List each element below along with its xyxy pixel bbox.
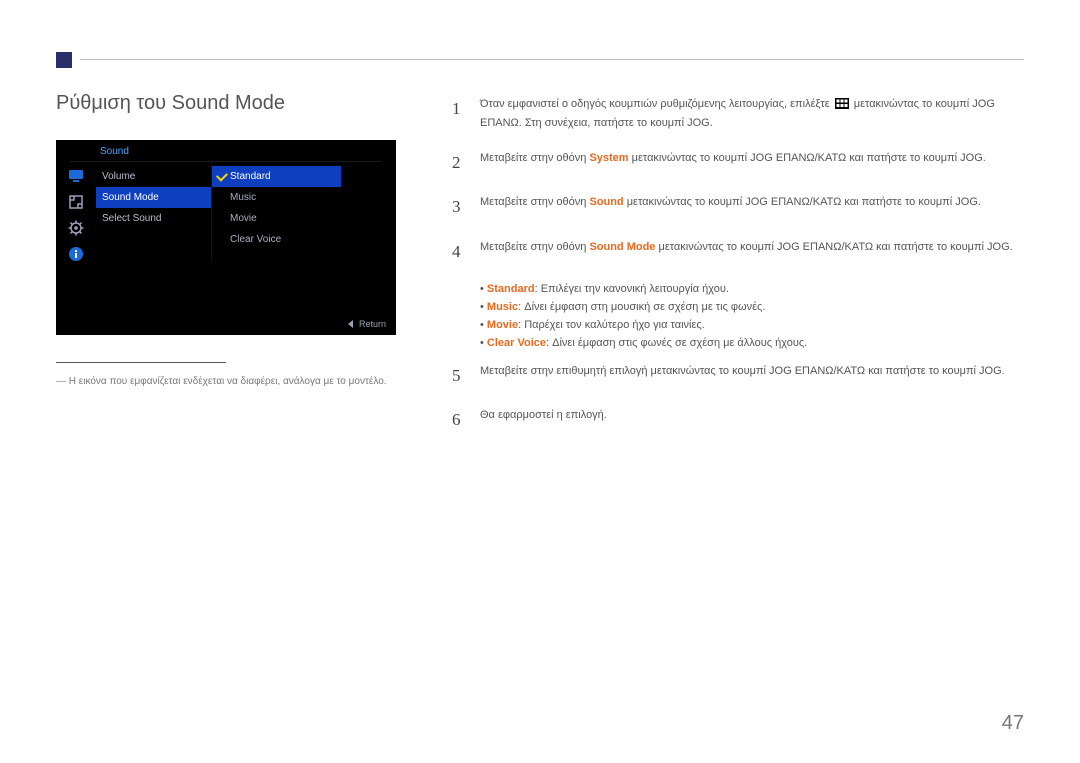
note-separator: [56, 362, 226, 363]
option-music: Music: Δίνει έμφαση στη μουσική σε σχέση…: [480, 301, 1024, 313]
option-desc: : Δίνει έμφαση στη μουσική σε σχέση με τ…: [518, 301, 765, 313]
option-label: Clear Voice: [487, 337, 546, 349]
step-3-text-a: Μεταβείτε στην οθόνη: [480, 196, 589, 208]
option-clear-voice: Clear Voice: Δίνει έμφαση στις φωνές σε …: [480, 337, 1024, 349]
osd-left-item: Volume: [96, 166, 211, 187]
step-3-sound: Sound: [589, 196, 623, 208]
option-desc: : Δίνει έμφαση στις φωνές σε σχέση με άλ…: [546, 337, 807, 349]
header-rule: [80, 59, 1024, 60]
page-number: 47: [1002, 712, 1024, 735]
step-5: 5 Μεταβείτε στην επιθυμητή επιλογή μετακ…: [452, 363, 1024, 389]
step-1: 1 Όταν εμφανιστεί ο οδηγός κουμπιών ρυθμ…: [452, 96, 1024, 132]
section-title: Ρύθμιση του Sound Mode: [56, 92, 285, 115]
osd-left-menu: Volume Sound Mode Select Sound: [96, 162, 211, 262]
osd-title: Sound: [56, 140, 396, 161]
step-number: 4: [452, 239, 464, 265]
image-disclaimer-note: Η εικόνα που εμφανίζεται ενδέχεται να δι…: [56, 376, 387, 387]
osd-icons-column: [56, 162, 96, 262]
osd-return-label: Return: [359, 319, 386, 329]
step-text: Μεταβείτε στην οθόνη Sound μετακινώντας …: [480, 194, 1024, 220]
step-3: 3 Μεταβείτε στην οθόνη Sound μετακινώντα…: [452, 194, 1024, 220]
step-number: 6: [452, 407, 464, 433]
step-number: 1: [452, 96, 464, 132]
option-label: Music: [487, 301, 518, 313]
step-3-text-b: μετακινώντας το κουμπί JOG ΕΠΑΝΩ/ΚΑΤΩ κα…: [624, 196, 981, 208]
step-4-soundmode: Sound Mode: [589, 241, 655, 253]
step-text: Μεταβείτε στην οθόνη Sound Mode μετακινώ…: [480, 239, 1024, 265]
step-4: 4 Μεταβείτε στην οθόνη Sound Mode μετακι…: [452, 239, 1024, 265]
osd-left-item: Select Sound: [96, 208, 211, 229]
step-text: Όταν εμφανιστεί ο οδηγός κουμπιών ρυθμιζ…: [480, 96, 1024, 132]
osd-right-item: Movie: [212, 208, 341, 229]
monitor-icon: [68, 168, 84, 184]
option-movie: Movie: Παρέχει τον καλύτερο ήχο για ταιν…: [480, 319, 1024, 331]
option-desc: : Παρέχει τον καλύτερο ήχο για ταινίες.: [518, 319, 705, 331]
info-icon: [68, 246, 84, 262]
step-number: 5: [452, 363, 464, 389]
screen-size-icon: [68, 194, 84, 210]
step-4-text-a: Μεταβείτε στην οθόνη: [480, 241, 589, 253]
step-2-text-a: Μεταβείτε στην οθόνη: [480, 152, 589, 164]
option-label: Standard: [487, 283, 535, 295]
step-2-text-b: μετακινώντας το κουμπί JOG ΕΠΑΝΩ/ΚΑΤΩ κα…: [629, 152, 986, 164]
osd-right-item: Clear Voice: [212, 229, 341, 250]
step-1-text-a: Όταν εμφανιστεί ο οδηγός κουμπιών ρυθμιζ…: [480, 98, 833, 110]
option-desc: : Επιλέγει την κανονική λειτουργία ήχου.: [535, 283, 729, 295]
step-text: Θα εφαρμοστεί η επιλογή.: [480, 407, 1024, 433]
left-arrow-icon: [348, 320, 353, 328]
osd-left-item-selected: Sound Mode: [96, 187, 211, 208]
osd-footer: Return: [348, 319, 386, 329]
osd-right-item: Music: [212, 187, 341, 208]
steps-list: 1 Όταν εμφανιστεί ο οδηγός κουμπιών ρυθμ…: [452, 96, 1024, 452]
step-number: 2: [452, 150, 464, 176]
step-text: Μεταβείτε στην επιθυμητή επιλογή μετακιν…: [480, 363, 1024, 389]
gear-icon: [68, 220, 84, 236]
osd-screenshot: Sound Volume Sound Mode Select Sound Sta…: [56, 140, 396, 335]
step-4-text-b: μετακινώντας το κουμπί JOG ΕΠΑΝΩ/ΚΑΤΩ κα…: [655, 241, 1012, 253]
osd-right-item-selected: Standard: [212, 166, 341, 187]
menu-grid-icon: [835, 98, 849, 115]
options-list: Standard: Επιλέγει την κανονική λειτουργ…: [480, 283, 1024, 349]
option-standard: Standard: Επιλέγει την κανονική λειτουργ…: [480, 283, 1024, 295]
step-2-system: System: [589, 152, 628, 164]
header-accent-square: [56, 52, 72, 68]
osd-body: Volume Sound Mode Select Sound Standard …: [56, 162, 396, 262]
step-6: 6 Θα εφαρμοστεί η επιλογή.: [452, 407, 1024, 433]
step-number: 3: [452, 194, 464, 220]
step-text: Μεταβείτε στην οθόνη System μετακινώντας…: [480, 150, 1024, 176]
step-2: 2 Μεταβείτε στην οθόνη System μετακινώντ…: [452, 150, 1024, 176]
section-title-wrap: Ρύθμιση του Sound Mode: [56, 92, 285, 115]
osd-right-menu: Standard Music Movie Clear Voice: [211, 162, 341, 262]
option-label: Movie: [487, 319, 518, 331]
